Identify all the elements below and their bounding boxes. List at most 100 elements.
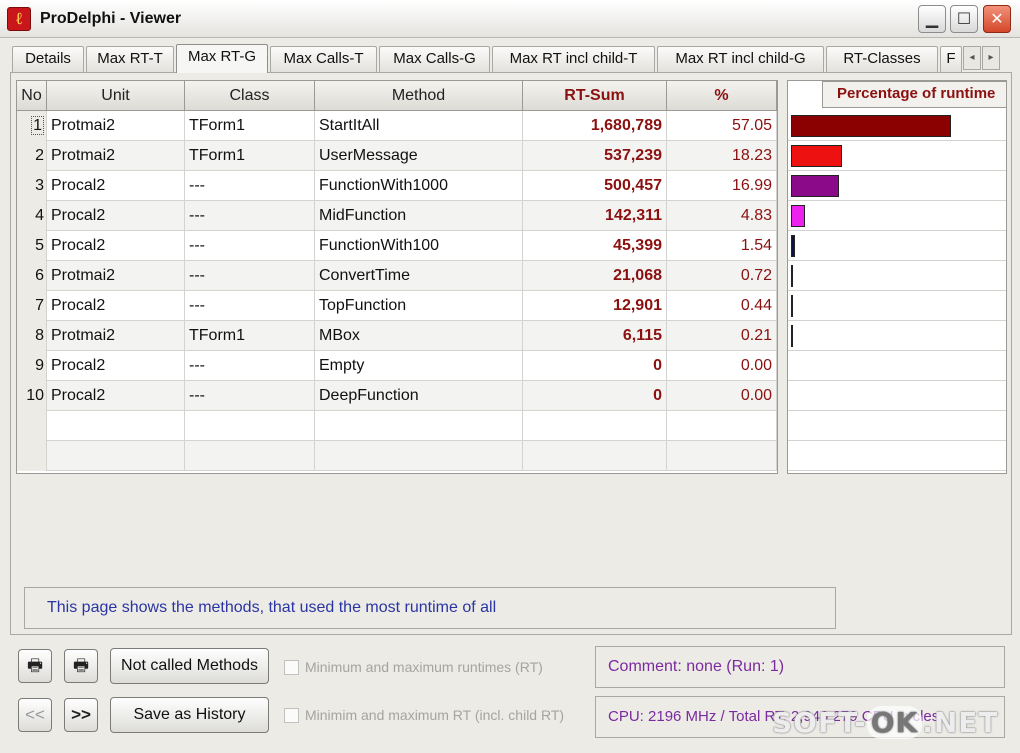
table-row[interactable]: 8 Protmai2 TForm1 MBox 6,115 0.21 xyxy=(17,321,777,351)
table-row[interactable]: 6 Protmai2 --- ConvertTime 21,068 0.72 xyxy=(17,261,777,291)
table-row[interactable]: 1 Protmai2 TForm1 StartItAll 1,680,789 5… xyxy=(17,111,777,141)
save-as-history-button[interactable]: Save as History xyxy=(110,697,269,733)
chart-row xyxy=(788,321,1006,351)
row-class: --- xyxy=(185,351,315,381)
runtime-bar xyxy=(791,235,795,257)
next-button[interactable]: >> xyxy=(64,698,98,732)
row-method: DeepFunction xyxy=(315,381,523,411)
arrow-left-icon: ◂ xyxy=(969,52,975,63)
row-percent: 0.00 xyxy=(667,351,777,381)
row-rt-sum: 537,239 xyxy=(523,141,667,171)
header-percent[interactable]: % xyxy=(667,81,777,111)
print-preview-button[interactable]: 🖶 xyxy=(64,649,98,683)
tab-scroll-right-button[interactable]: ▸ xyxy=(982,46,1000,70)
checkbox-label: Minimim and maximum RT (incl. child RT) xyxy=(305,707,565,723)
row-unit: Procal2 xyxy=(47,291,185,321)
tab-max-calls-t[interactable]: Max Calls-T xyxy=(270,46,377,72)
header-unit[interactable]: Unit xyxy=(47,81,185,111)
window-title: ProDelphi - Viewer xyxy=(40,10,182,27)
row-method: FunctionWith1000 xyxy=(315,171,523,201)
tab-overflow[interactable]: F xyxy=(940,46,962,72)
row-percent: 0.72 xyxy=(667,261,777,291)
row-unit: Protmai2 xyxy=(47,261,185,291)
row-rt-sum: 21,068 xyxy=(523,261,667,291)
title-bar[interactable]: ℓ ProDelphi - Viewer ▁ ☐ ✕ xyxy=(0,0,1020,38)
row-rt-sum: 45,399 xyxy=(523,231,667,261)
table-row[interactable]: 5 Procal2 --- FunctionWith100 45,399 1.5… xyxy=(17,231,777,261)
previous-button[interactable]: << xyxy=(18,698,52,732)
row-unit: Procal2 xyxy=(47,351,185,381)
tab-details[interactable]: Details xyxy=(12,46,84,72)
min-max-child-rt-checkbox[interactable]: Minimim and maximum RT (incl. child RT) xyxy=(284,705,564,725)
row-no: 5 xyxy=(17,231,47,261)
chart-header: Percentage of runtime xyxy=(822,81,1006,108)
chart-row xyxy=(788,111,1006,141)
table-row[interactable]: 9 Procal2 --- Empty 0 0.00 xyxy=(17,351,777,381)
row-unit: Procal2 xyxy=(47,231,185,261)
runtime-bar xyxy=(791,205,805,227)
row-percent: 16.99 xyxy=(667,171,777,201)
runtime-bar xyxy=(791,295,793,317)
comment-field: Comment: none (Run: 1) xyxy=(595,646,1005,688)
checkbox-box[interactable] xyxy=(284,708,299,723)
row-method: TopFunction xyxy=(315,291,523,321)
min-max-runtimes-checkbox[interactable]: Minimum and maximum runtimes (RT) xyxy=(284,657,543,677)
row-unit: Protmai2 xyxy=(47,141,185,171)
table-row-empty xyxy=(17,411,777,441)
row-class: TForm1 xyxy=(185,321,315,351)
chart-row xyxy=(788,381,1006,411)
row-percent: 1.54 xyxy=(667,231,777,261)
table-row[interactable]: 4 Procal2 --- MidFunction 142,311 4.83 xyxy=(17,201,777,231)
checkbox-box[interactable] xyxy=(284,660,299,675)
maximize-button[interactable]: ☐ xyxy=(950,5,978,33)
header-method[interactable]: Method xyxy=(315,81,523,111)
runtime-bar xyxy=(791,175,839,197)
row-method: UserMessage xyxy=(315,141,523,171)
runtime-bar xyxy=(791,115,951,137)
row-unit: Procal2 xyxy=(47,201,185,231)
header-no[interactable]: No xyxy=(17,81,47,111)
table-row[interactable]: 3 Procal2 --- FunctionWith1000 500,457 1… xyxy=(17,171,777,201)
chart-row xyxy=(788,141,1006,171)
row-percent: 0.21 xyxy=(667,321,777,351)
row-method: MidFunction xyxy=(315,201,523,231)
table-row[interactable]: 10 Procal2 --- DeepFunction 0 0.00 xyxy=(17,381,777,411)
row-percent: 0.44 xyxy=(667,291,777,321)
row-class: TForm1 xyxy=(185,141,315,171)
row-rt-sum: 1,680,789 xyxy=(523,111,667,141)
row-no: 6 xyxy=(17,261,47,291)
close-button[interactable]: ✕ xyxy=(983,5,1011,33)
minimize-button[interactable]: ▁ xyxy=(918,5,946,33)
table-row[interactable]: 7 Procal2 --- TopFunction 12,901 0.44 xyxy=(17,291,777,321)
tab-max-rt-t[interactable]: Max RT-T xyxy=(86,46,174,72)
tab-max-calls-g[interactable]: Max Calls-G xyxy=(379,46,490,72)
print-button[interactable]: 🖶 xyxy=(18,649,52,683)
tab-max-rt-g[interactable]: Max RT-G xyxy=(176,44,268,73)
minimize-icon: ▁ xyxy=(925,9,939,28)
row-percent: 4.83 xyxy=(667,201,777,231)
chart-row xyxy=(788,201,1006,231)
row-rt-sum: 6,115 xyxy=(523,321,667,351)
chart-row xyxy=(788,441,1006,471)
runtime-bar xyxy=(791,265,793,287)
not-called-methods-button[interactable]: Not called Methods xyxy=(110,648,269,684)
tab-rt-classes[interactable]: RT-Classes xyxy=(826,46,938,72)
printer-icon: 🖶 xyxy=(72,656,90,675)
row-no: 2 xyxy=(17,141,47,171)
runtime-percentage-chart: Percentage of runtime xyxy=(787,80,1007,474)
table-row[interactable]: 2 Protmai2 TForm1 UserMessage 537,239 18… xyxy=(17,141,777,171)
row-class: TForm1 xyxy=(185,111,315,141)
chart-row xyxy=(788,411,1006,441)
row-class: --- xyxy=(185,201,315,231)
row-class: --- xyxy=(185,291,315,321)
header-class[interactable]: Class xyxy=(185,81,315,111)
row-percent: 18.23 xyxy=(667,141,777,171)
header-rt-sum[interactable]: RT-Sum xyxy=(523,81,667,111)
row-rt-sum: 142,311 xyxy=(523,201,667,231)
runtime-table[interactable]: No Unit Class Method RT-Sum % 1 Protmai2… xyxy=(16,80,778,474)
tab-max-rt-incl-child-t[interactable]: Max RT incl child-T xyxy=(492,46,655,72)
arrow-right-icon: ▸ xyxy=(988,52,994,63)
tab-max-rt-incl-child-g[interactable]: Max RT incl child-G xyxy=(657,46,824,72)
row-class: --- xyxy=(185,231,315,261)
tab-scroll-left-button[interactable]: ◂ xyxy=(963,46,981,70)
